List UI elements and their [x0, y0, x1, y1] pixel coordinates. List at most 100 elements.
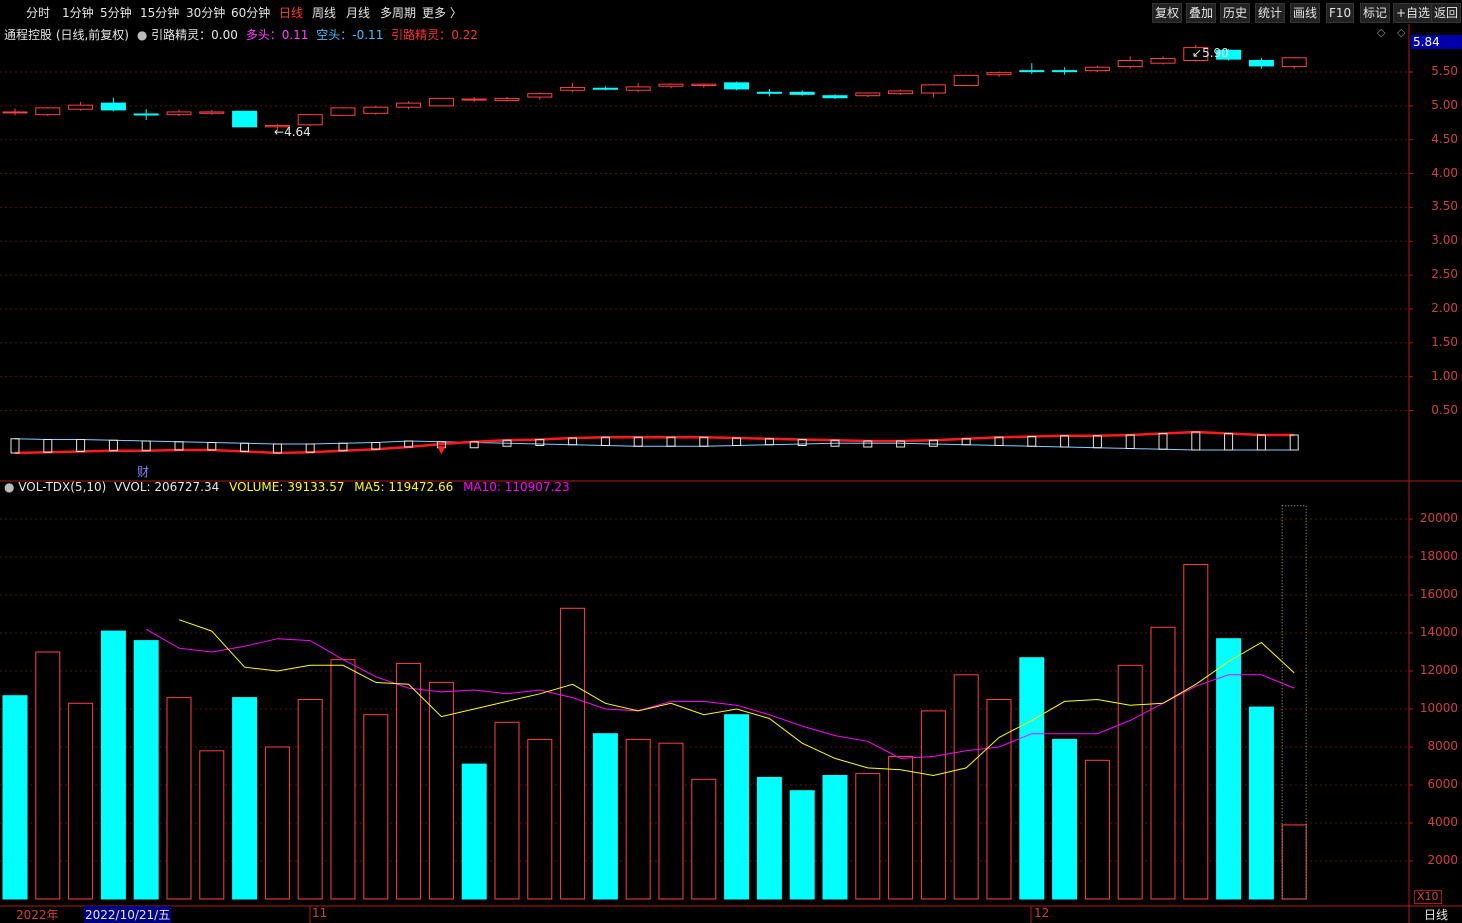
- month-label-12: 12: [1034, 906, 1050, 920]
- candle: [68, 101, 94, 111]
- volume-unit-badge: X10: [1414, 890, 1442, 904]
- low-price-annotation: ←4.64: [274, 125, 311, 139]
- volume-bar: [953, 674, 979, 900]
- volume-bar: [986, 699, 1012, 900]
- candle: [658, 83, 684, 89]
- period-tab-multi[interactable]: 多周期: [380, 4, 416, 21]
- sub-marker: [1158, 433, 1168, 450]
- chart-canvas[interactable]: [0, 24, 1462, 923]
- draw-line-button[interactable]: 画线: [1290, 3, 1321, 23]
- vol-toggle-icon[interactable]: ●: [4, 480, 14, 494]
- year-label: 2022年: [16, 908, 59, 922]
- stats-button[interactable]: 统计: [1255, 3, 1286, 23]
- price-tick-label: 0.50: [1431, 402, 1458, 417]
- sub-marker: [1092, 435, 1102, 449]
- kongtou-value: -0.11: [352, 28, 384, 42]
- kongtou-line: [14, 438, 1295, 451]
- period-tab-60min[interactable]: 60分钟: [231, 4, 270, 21]
- history-button[interactable]: 历史: [1220, 3, 1251, 23]
- candle-body: [789, 91, 815, 95]
- candle-body: [888, 90, 914, 95]
- period-tab-1min[interactable]: 1分钟: [62, 4, 94, 21]
- price-tick-label: 3.00: [1431, 233, 1458, 248]
- period-tab-monthly[interactable]: 月线: [346, 4, 370, 21]
- sub-marker: [699, 436, 709, 447]
- volume-bar: [133, 640, 159, 900]
- volume-tick-label: 20000: [1419, 511, 1458, 525]
- volume-bar: [756, 776, 782, 900]
- candle: [35, 107, 61, 117]
- candle: [232, 110, 258, 128]
- vvol-value: VVOL: 206727.34: [114, 480, 220, 494]
- candle-body: [822, 95, 848, 99]
- sub-marker: [10, 438, 20, 454]
- candle: [560, 82, 586, 93]
- period-tab-daily[interactable]: 日线: [279, 4, 303, 21]
- diamond-icon-2[interactable]: ◇: [1397, 26, 1405, 39]
- candle-body: [953, 74, 979, 87]
- candle: [461, 97, 487, 102]
- candle-body: [560, 87, 586, 91]
- candle-body: [1117, 59, 1143, 68]
- price-tick-label: 4.00: [1431, 165, 1458, 180]
- mark-button[interactable]: 标记: [1360, 3, 1391, 23]
- candle-body: [428, 97, 454, 107]
- period-tab-weekly[interactable]: 周线: [312, 4, 336, 21]
- period-tab-15min[interactable]: 15分钟: [140, 4, 179, 21]
- diamond-icon[interactable]: ◇: [1377, 26, 1385, 39]
- candle-body: [920, 84, 946, 94]
- price-tick-label: 1.00: [1431, 368, 1458, 383]
- volume-info-bar: ● VOL-TDX(5,10) VVOL: 206727.34 VOLUME: …: [4, 480, 570, 494]
- candle-body: [724, 82, 750, 90]
- period-tab-fenshi[interactable]: 分时: [26, 4, 50, 21]
- volume-bar: [232, 697, 258, 900]
- candle-body: [100, 102, 126, 111]
- candle-body: [1248, 59, 1274, 67]
- volume-bar: [1248, 706, 1274, 900]
- price-tick-label: 5.50: [1431, 64, 1458, 78]
- indicator-toggle-icon[interactable]: ●: [137, 28, 147, 42]
- sub-marker: [108, 439, 118, 452]
- candle-body: [986, 72, 1012, 76]
- candle-body: [35, 107, 61, 116]
- candle-body: [330, 107, 356, 116]
- add-watchlist-button[interactable]: +自选: [1393, 3, 1434, 23]
- volume-bar: [68, 702, 94, 900]
- volume-tick-label: 10000: [1419, 701, 1458, 715]
- period-tab-more[interactable]: 更多 〉: [422, 4, 462, 21]
- period-label: 日线: [1424, 908, 1449, 922]
- volume-tick-label: 12000: [1419, 663, 1458, 677]
- sub-marker: [43, 439, 53, 453]
- volume-bar: [691, 778, 717, 900]
- volume-bar: [592, 733, 618, 900]
- sub-marker: [666, 436, 676, 447]
- sub-marker: [1060, 435, 1070, 448]
- back-button[interactable]: 返回: [1431, 3, 1462, 23]
- candle: [494, 97, 520, 102]
- stock-title: 通程控股 (日线,前复权): [4, 28, 129, 42]
- candle: [330, 107, 356, 117]
- sub-marker: [1125, 434, 1135, 449]
- cai-mark[interactable]: 财: [137, 463, 149, 480]
- volume-bar: [1117, 664, 1143, 900]
- volume-bar: [2, 695, 28, 900]
- candle: [953, 74, 979, 87]
- volume-bar: [888, 756, 914, 900]
- volume-bar: [297, 699, 323, 900]
- overlay-button[interactable]: 叠加: [1186, 3, 1217, 23]
- period-toolbar: 分时 1分钟 5分钟 15分钟 30分钟 60分钟 日线 周线 月线 多周期 更…: [0, 0, 1462, 24]
- volume-tick-label: 8000: [1427, 739, 1458, 753]
- ma10-value: MA10: 110907.23: [463, 480, 570, 494]
- volume-bar: [100, 630, 126, 900]
- candle: [855, 92, 881, 98]
- fuquan-button[interactable]: 复权: [1152, 3, 1183, 23]
- candle: [1281, 57, 1307, 69]
- volume-layer: [2, 505, 1307, 900]
- period-tab-5min[interactable]: 5分钟: [100, 4, 132, 21]
- buy-arrow-icon: [437, 446, 446, 455]
- f10-button[interactable]: F10: [1326, 3, 1355, 23]
- candle: [428, 97, 454, 107]
- period-tab-30min[interactable]: 30分钟: [186, 4, 225, 21]
- candle-body: [1052, 70, 1078, 73]
- candle: [396, 101, 422, 110]
